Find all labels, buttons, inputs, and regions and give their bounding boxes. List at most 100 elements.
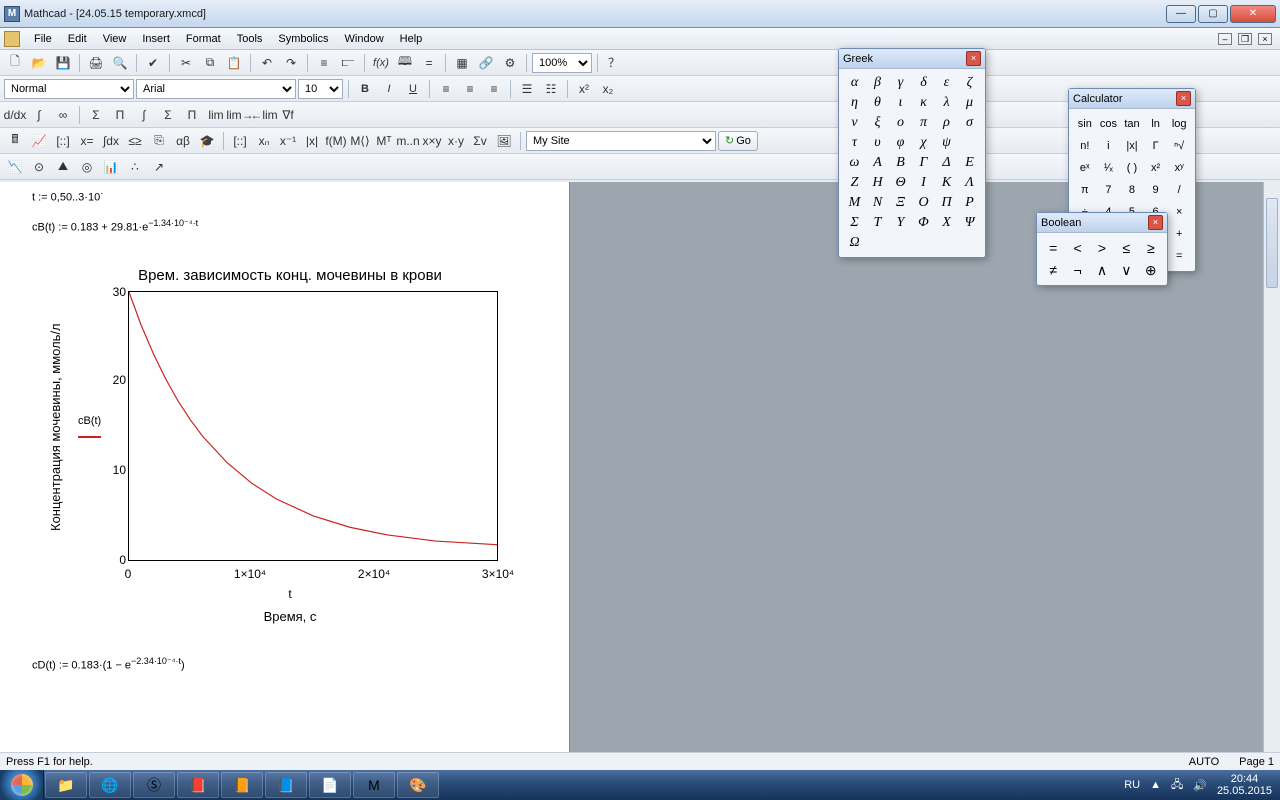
bool-close-icon[interactable]: ×	[1148, 215, 1163, 230]
calc-cell[interactable]: ln	[1144, 113, 1168, 135]
greek-cell[interactable]: Φ	[912, 213, 935, 233]
calc-cell[interactable]: 8	[1120, 179, 1144, 201]
calc-cell[interactable]: ×	[1167, 201, 1191, 223]
align-icon[interactable]: ≡	[313, 52, 335, 74]
greek-cell[interactable]: ι	[889, 93, 912, 113]
greek-cell[interactable]: Ο	[912, 193, 935, 213]
bool-cell[interactable]: ⊕	[1139, 259, 1163, 281]
greek-cell[interactable]: ω	[843, 153, 866, 173]
calculator-palette-icon[interactable]: 🖩	[4, 130, 26, 152]
scatter-plot-icon[interactable]: ∴	[124, 156, 146, 178]
col-icon[interactable]: M⟨⟩	[349, 130, 371, 152]
cross-icon[interactable]: x×y	[421, 130, 443, 152]
numbered-icon[interactable]: ☷	[540, 78, 562, 100]
menu-help[interactable]: Help	[392, 31, 431, 47]
greek-cell[interactable]: Μ	[843, 193, 866, 213]
greek-cell[interactable]: α	[843, 73, 866, 93]
3dbar-plot-icon[interactable]: 📊	[100, 156, 122, 178]
menu-file[interactable]: File	[26, 31, 60, 47]
menu-tools[interactable]: Tools	[229, 31, 271, 47]
symbolic-palette-icon[interactable]: 🎓	[196, 130, 218, 152]
spell-icon[interactable]: ✔	[142, 52, 164, 74]
font-select[interactable]: Arial	[136, 79, 296, 99]
greek-cell[interactable]	[866, 233, 889, 253]
insert-link-icon[interactable]: 🔗	[475, 52, 497, 74]
greek-cell[interactable]: γ	[889, 73, 912, 93]
greek-cell[interactable]	[958, 233, 981, 253]
tray-network-icon[interactable]: 🖧	[1171, 776, 1183, 795]
greek-cell[interactable]: Κ	[935, 173, 958, 193]
menu-window[interactable]: Window	[337, 31, 392, 47]
greek-cell[interactable]: Α	[866, 153, 889, 173]
insert-table-icon[interactable]: ▦	[451, 52, 473, 74]
vertical-scrollbar[interactable]	[1263, 182, 1280, 752]
unit-icon[interactable]: 🕮	[394, 52, 416, 74]
subscript-icon[interactable]: x₂	[597, 78, 619, 100]
contour-plot-icon[interactable]: ◎	[76, 156, 98, 178]
calc-cell[interactable]: =	[1167, 245, 1191, 267]
prod2-icon[interactable]: Π	[181, 104, 203, 126]
greek-cell[interactable]: Ζ	[843, 173, 866, 193]
tray-lang[interactable]: RU	[1124, 779, 1140, 791]
task-explorer[interactable]: 📁	[45, 772, 87, 798]
greek-cell[interactable]: κ	[912, 93, 935, 113]
bool-cell[interactable]: >	[1090, 237, 1114, 259]
greek-cell[interactable]: ο	[889, 113, 912, 133]
greek-cell[interactable]: η	[843, 93, 866, 113]
calc-cell[interactable]: Γ	[1144, 135, 1168, 157]
eq-t[interactable]: t := 0,50..3·10·	[32, 188, 103, 204]
start-button[interactable]	[0, 770, 44, 800]
mdi-min[interactable]: –	[1218, 33, 1232, 45]
mdi-restore[interactable]: ❐	[1238, 33, 1252, 45]
nabla-icon[interactable]: ∇f	[277, 104, 299, 126]
fx-icon[interactable]: f(x)	[370, 52, 392, 74]
bullets-icon[interactable]: ☰	[516, 78, 538, 100]
greek-cell[interactable]: δ	[912, 73, 935, 93]
greek-cell[interactable]: θ	[866, 93, 889, 113]
mdi-close[interactable]: ×	[1258, 33, 1272, 45]
greek-cell[interactable]: τ	[843, 133, 866, 153]
greek-cell[interactable]	[958, 133, 981, 153]
boolean-palette[interactable]: Boolean× =<>≤≥≠¬∧∨⊕	[1036, 212, 1168, 286]
task-paint[interactable]: 🎨	[397, 772, 439, 798]
calc-cell[interactable]: log	[1167, 113, 1191, 135]
go-button[interactable]: ↻Go	[718, 131, 758, 151]
sum2-icon[interactable]: Σ	[157, 104, 179, 126]
close-button[interactable]: ✕	[1230, 5, 1276, 23]
calc-cell[interactable]: x²	[1144, 157, 1168, 179]
paste-icon[interactable]: 📋	[223, 52, 245, 74]
menu-format[interactable]: Format	[178, 31, 229, 47]
transpose-icon[interactable]: Mᵀ	[373, 130, 395, 152]
greek-palette[interactable]: Greek× αβγδεζηθικλμνξοπρστυφχψωΑΒΓΔΕΖΗΘΙ…	[838, 48, 986, 258]
greek-cell[interactable]: Η	[866, 173, 889, 193]
boolean-palette-icon[interactable]: ≤≥	[124, 130, 146, 152]
infinity-icon[interactable]: ∞	[52, 104, 74, 126]
calc-cell[interactable]: eˣ	[1073, 157, 1097, 179]
save-icon[interactable]: 💾	[52, 52, 74, 74]
calc-cell[interactable]: /	[1167, 179, 1191, 201]
sum-icon[interactable]: Σ	[85, 104, 107, 126]
tray-volume-icon[interactable]: 🔊	[1193, 779, 1207, 792]
task-chrome[interactable]: 🌐	[89, 772, 131, 798]
greek-cell[interactable]: σ	[958, 113, 981, 133]
greek-cell[interactable]: Ψ	[958, 213, 981, 233]
bold-icon[interactable]: B	[354, 78, 376, 100]
prod-icon[interactable]: Π	[109, 104, 131, 126]
preview-icon[interactable]: 🔍	[109, 52, 131, 74]
program-palette-icon[interactable]: ⎘	[148, 130, 170, 152]
bool-cell[interactable]: =	[1041, 237, 1065, 259]
greek-cell[interactable]: λ	[935, 93, 958, 113]
greek-cell[interactable]: Δ	[935, 153, 958, 173]
greek-cell[interactable]: Ν	[866, 193, 889, 213]
bool-cell[interactable]: <	[1065, 237, 1089, 259]
greek-cell[interactable]: μ	[958, 93, 981, 113]
calc-cell[interactable]: ⁿ√	[1167, 135, 1191, 157]
integral-icon[interactable]: ∫	[28, 104, 50, 126]
scroll-thumb[interactable]	[1266, 198, 1278, 288]
superscript-icon[interactable]: x²	[573, 78, 595, 100]
calc-cell[interactable]: 7	[1097, 179, 1121, 201]
greek-cell[interactable]: π	[912, 113, 935, 133]
matrix-palette-icon[interactable]: [::]	[52, 130, 74, 152]
greek-cell[interactable]	[935, 233, 958, 253]
bool-cell[interactable]: ≠	[1041, 259, 1065, 281]
